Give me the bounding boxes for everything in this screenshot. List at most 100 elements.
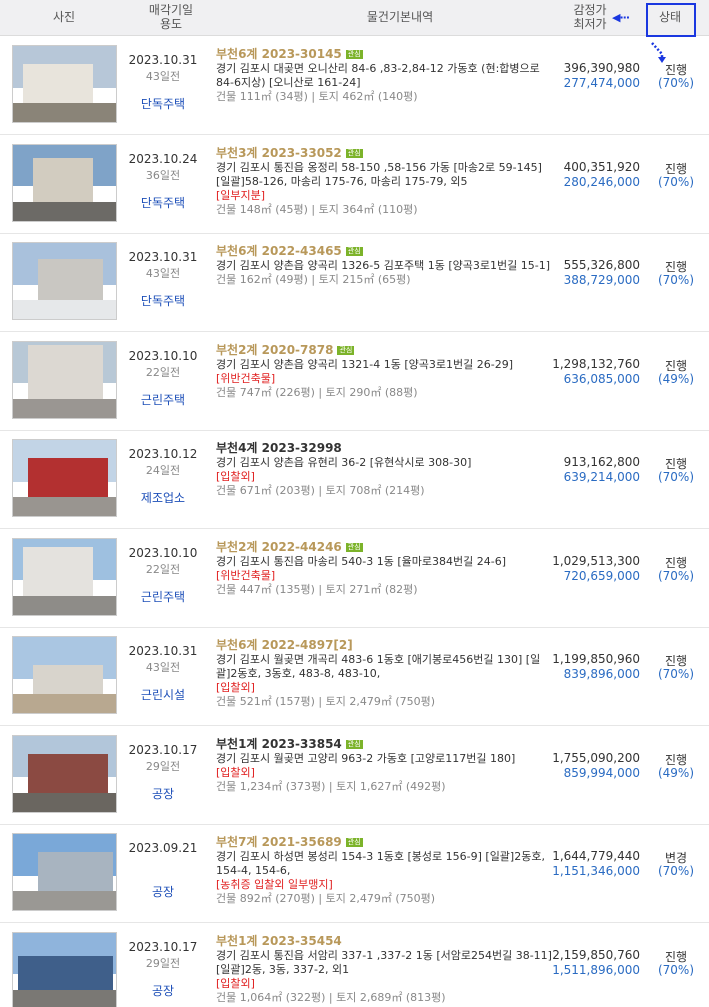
table-row[interactable]: 2023.10.31 43일전 근린시설 부천6계 2022-4897[2] 경… <box>0 628 709 726</box>
case-number-link[interactable]: 부천7계 2021-35689 <box>216 835 342 849</box>
property-info: 부천2계 2020-7878 관심 경기 김포시 양촌읍 양곡리 1321-4 1… <box>216 343 552 400</box>
property-address: 경기 김포시 양촌읍 양곡리 1321-4 1동 [양곡3로1번길 26-29] <box>216 357 514 371</box>
property-flags: [일부지분] <box>216 188 266 202</box>
case-number-link[interactable]: 부천2계 2022-44246 <box>216 540 342 554</box>
minimum-percent: (70%) <box>657 174 695 189</box>
table-row[interactable]: 2023.10.10 22일전 근린주택 부천2계 2020-7878 관심 경기… <box>0 333 709 431</box>
sale-date: 2023.10.31 <box>128 250 198 264</box>
minimum-price: 1,511,896,000 <box>552 962 640 977</box>
photo-ground <box>13 595 116 615</box>
minimum-price: 1,151,346,000 <box>552 864 640 878</box>
case-number-link[interactable]: 부천2계 2020-7878 <box>216 343 333 357</box>
minimum-percent: (70%) <box>657 962 695 977</box>
property-info: 부천4계 2023-32998 경기 김포시 양촌읍 유현리 36-2 [유현삭… <box>216 441 552 498</box>
table-row[interactable]: 2023.10.31 43일전 단독주택 부천6계 2022-43465 관심 경… <box>0 234 709 332</box>
sale-date: 2023.10.31 <box>128 644 198 658</box>
table-row[interactable]: 2023.10.10 22일전 근린주택 부천2계 2022-44246 관심 경… <box>0 530 709 628</box>
days-remaining: 29일전 <box>145 759 181 773</box>
sale-date: 2023.10.10 <box>128 545 198 560</box>
property-area: 건물 671㎡ (203평) | 토지 708㎡ (214평) <box>216 484 425 497</box>
property-info: 부천7계 2021-35689 관심 경기 김포시 하성면 봉성리 154-3 1… <box>216 835 552 906</box>
minimum-percent: (70%) <box>657 568 695 583</box>
property-photo[interactable] <box>12 143 117 222</box>
property-use: 단독주택 <box>140 294 186 308</box>
property-photo[interactable] <box>12 734 117 813</box>
case-number-link[interactable]: 부천3계 2023-33052 <box>216 146 342 160</box>
minimum-price: 636,085,000 <box>563 371 640 386</box>
photo-building <box>18 955 113 991</box>
case-number-link[interactable]: 부천6계 2022-4897[2] <box>216 638 353 652</box>
minimum-price: 859,994,000 <box>563 765 640 780</box>
table-row[interactable]: 2023.10.12 24일전 제조업소 부천4계 2023-32998 경기 … <box>0 431 709 529</box>
minimum-price: 388,729,000 <box>563 273 640 287</box>
property-info: 부천1계 2023-33854 관심 경기 김포시 월곶면 고양리 963-2 가… <box>216 737 552 794</box>
interest-badge: 관심 <box>345 542 363 552</box>
property-address: 경기 김포시 양촌읍 유현리 36-2 [유현삭시로 308-30] <box>216 456 472 469</box>
property-address: 경기 김포시 통진읍 옹정리 58-150 ,58-156 가동 [마송2로 5… <box>216 160 542 188</box>
case-number-link[interactable]: 부천6계 2023-30145 <box>216 47 342 61</box>
photo-ground <box>13 497 116 516</box>
property-area: 건물 447㎡ (135평) | 토지 271㎡ (82평) <box>216 582 418 596</box>
property-photo[interactable] <box>12 340 117 419</box>
property-use: 공장 <box>151 885 175 899</box>
minimum-percent: (70%) <box>657 273 695 287</box>
table-header: 사진 매각기일 용도 물건기본내역 감정가 최저가 상태 <box>0 0 709 36</box>
photo-ground <box>13 989 116 1007</box>
property-flags: [농취증 입찰외 일부맹지] <box>216 878 333 891</box>
minimum-price: 639,214,000 <box>563 470 640 484</box>
property-photo[interactable] <box>12 439 117 517</box>
minimum-percent: (70%) <box>657 470 695 484</box>
sale-date: 2023.10.17 <box>128 939 198 954</box>
case-number-link[interactable]: 부천4계 2023-32998 <box>216 441 342 455</box>
property-use: 공장 <box>151 983 175 998</box>
appraisal-price: 2,159,850,760 <box>552 947 640 962</box>
appraisal-price: 1,199,850,960 <box>552 652 640 666</box>
property-use: 단독주택 <box>140 195 186 210</box>
appraisal-price: 555,326,800 <box>563 258 640 272</box>
property-address: 경기 김포시 통진읍 서암리 337-1 ,337-2 1동 [서암로254번길… <box>216 948 552 976</box>
sale-date: 2023.10.24 <box>128 151 198 166</box>
table-row[interactable]: 2023.10.31 43일전 단독주택 부천6계 2023-30145 관심 경… <box>0 37 709 135</box>
table-row[interactable]: 2023.10.17 29일전 공장 부천1계 2023-35454 경기 김포… <box>0 924 709 1007</box>
property-address: 경기 김포시 양촌읍 양곡리 1326-5 김포주택 1동 [양곡3로1번길 1… <box>216 259 550 272</box>
case-number-link[interactable]: 부천6계 2022-43465 <box>216 244 342 258</box>
property-info: 부천6계 2022-43465 관심 경기 김포시 양촌읍 양곡리 1326-5 … <box>216 244 552 287</box>
property-photo[interactable] <box>12 537 117 616</box>
property-address: 경기 김포시 월곶면 개곡리 483-6 1동호 [애기봉로456번길 130]… <box>216 653 541 680</box>
header-date-use[interactable]: 매각기일 용도 <box>126 3 216 31</box>
status-highlight-box <box>646 3 696 37</box>
header-photo: 사진 <box>52 10 76 24</box>
table-row[interactable]: 2023.10.17 29일전 공장 부천1계 2023-33854 관심 경기 … <box>0 727 709 825</box>
appraisal-price: 396,390,980 <box>563 61 640 75</box>
arrow-left-icon: ◀··· <box>612 11 630 24</box>
property-photo[interactable] <box>12 833 117 911</box>
interest-badge: 관심 <box>345 50 363 59</box>
property-area: 건물 111㎡ (34평) | 토지 462㎡ (140평) <box>216 90 418 103</box>
table-row[interactable]: 2023.09.21 공장 부천7계 2021-35689 관심 경기 김포시 하… <box>0 825 709 923</box>
case-number-link[interactable]: 부천1계 2023-33854 <box>216 737 342 751</box>
appraisal-price: 1,644,779,440 <box>552 849 640 863</box>
photo-ground <box>13 398 116 418</box>
property-photo[interactable] <box>12 242 117 320</box>
property-info: 부천6계 2023-30145 관심 경기 김포시 대곶면 오니산리 84-6 ,… <box>216 47 552 104</box>
property-address: 경기 김포시 통진읍 마송리 540-3 1동 [율마로384번길 24-6] <box>216 554 507 568</box>
photo-building <box>28 753 108 794</box>
appraisal-price: 400,351,920 <box>563 159 640 174</box>
days-remaining: 36일전 <box>145 168 181 182</box>
case-number-link[interactable]: 부천1계 2023-35454 <box>216 934 342 948</box>
property-info: 부천1계 2023-35454 경기 김포시 통진읍 서암리 337-1 ,33… <box>216 934 552 1005</box>
property-flags: [입찰외] <box>216 765 255 779</box>
property-use: 근린주택 <box>140 392 186 407</box>
property-address: 경기 김포시 월곶면 고양리 963-2 가동호 [고양로117번길 180] <box>216 751 516 765</box>
photo-building <box>23 546 93 597</box>
property-use: 제조업소 <box>140 491 186 505</box>
photo-building <box>23 64 93 104</box>
property-photo[interactable] <box>12 636 117 714</box>
minimum-price: 277,474,000 <box>563 76 640 90</box>
property-photo[interactable] <box>12 45 117 123</box>
header-price[interactable]: 감정가 최저가 <box>560 3 620 31</box>
days-remaining: 22일전 <box>145 365 181 379</box>
table-row[interactable]: 2023.10.24 36일전 단독주택 부천3계 2023-33052 관심 경… <box>0 136 709 234</box>
photo-ground <box>13 792 116 812</box>
property-photo[interactable] <box>12 931 117 1007</box>
